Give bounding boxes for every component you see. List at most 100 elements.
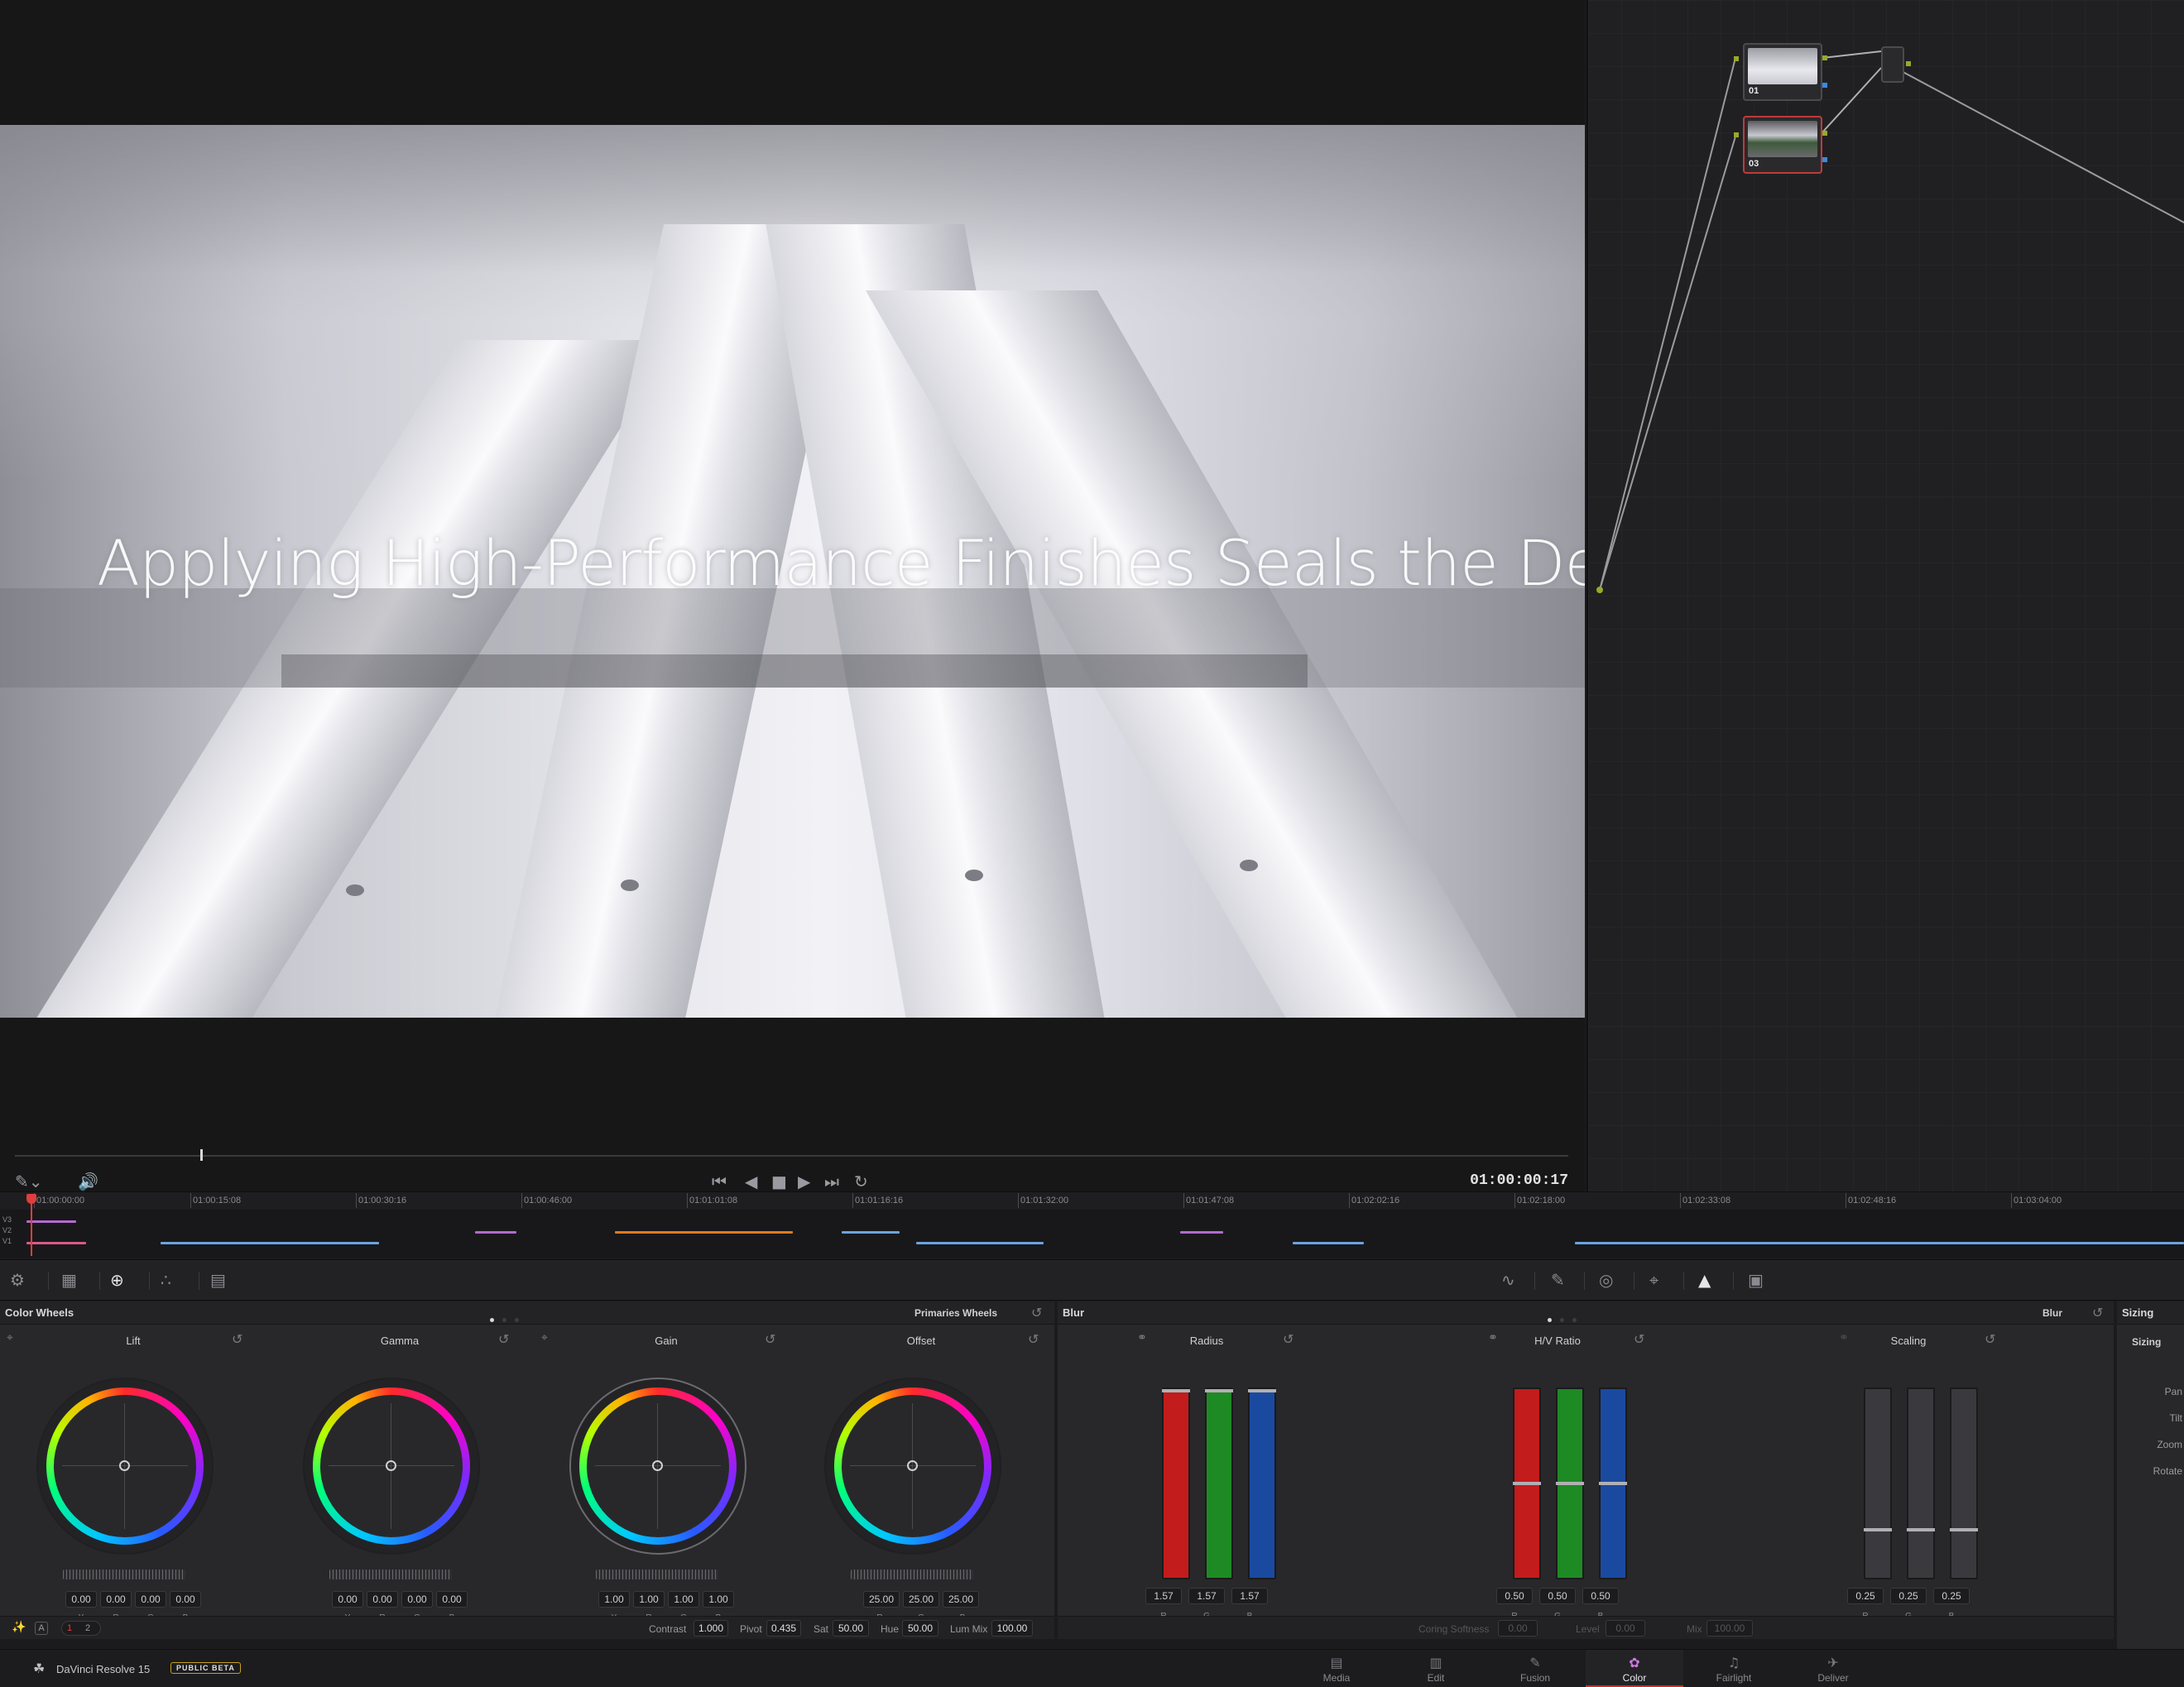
node-03[interactable]: 03 xyxy=(1743,116,1822,174)
master-wheel[interactable] xyxy=(63,1570,185,1579)
viewer-scrubber[interactable] xyxy=(15,1155,1568,1157)
timeline-clip[interactable] xyxy=(1180,1231,1223,1234)
timeline-clip[interactable] xyxy=(1575,1242,2184,1244)
value-field[interactable]: 0.25 xyxy=(1847,1588,1884,1604)
timeline-clip[interactable] xyxy=(842,1231,900,1234)
qualifier-icon[interactable]: ✎ xyxy=(1551,1270,1565,1290)
tracker-icon[interactable]: ⌖ xyxy=(1649,1270,1658,1290)
video-frame[interactable]: Applying High-Performance Finishes Seals… xyxy=(0,125,1585,1018)
blur-mode-dropdown[interactable]: Blur xyxy=(2042,1307,2062,1319)
timeline-clip[interactable] xyxy=(161,1242,379,1244)
hv-green-slider[interactable] xyxy=(1556,1387,1584,1579)
coring-softness-field[interactable]: 0.00 xyxy=(1498,1620,1538,1637)
value-field[interactable]: 0.00 xyxy=(332,1591,363,1608)
timeline-clip[interactable] xyxy=(1293,1242,1364,1244)
sat-field[interactable]: 50.00 xyxy=(833,1620,869,1637)
window-icon[interactable]: ◎ xyxy=(1599,1270,1613,1290)
scrubber-handle[interactable] xyxy=(200,1149,203,1161)
reset-icon[interactable]: ↺ xyxy=(1985,1331,1995,1347)
scaling-blue-slider[interactable] xyxy=(1950,1387,1978,1579)
master-wheel[interactable] xyxy=(596,1570,718,1579)
contrast-field[interactable]: 1.000 xyxy=(694,1620,728,1637)
value-field[interactable]: 1.57 xyxy=(1188,1588,1225,1604)
page-tab-color[interactable]: ✿ Color xyxy=(1586,1650,1683,1687)
wheel-puck[interactable] xyxy=(119,1460,130,1471)
timeline-clip[interactable] xyxy=(475,1231,516,1234)
auto-balance-icon[interactable]: ✨ xyxy=(12,1621,26,1634)
value-field[interactable]: 0.50 xyxy=(1582,1588,1619,1604)
mixer-output-port[interactable] xyxy=(1906,61,1911,66)
value-field[interactable]: 0.00 xyxy=(367,1591,398,1608)
blur-icon[interactable]: ▲ xyxy=(1698,1270,1711,1290)
color-match-icon[interactable]: ▦ xyxy=(61,1270,77,1290)
node-key-port[interactable] xyxy=(1822,83,1827,88)
timeline-clip[interactable] xyxy=(26,1242,86,1244)
timeline-clip[interactable] xyxy=(26,1220,76,1223)
reverse-icon[interactable]: ◀ xyxy=(745,1172,757,1191)
wheel-puck[interactable] xyxy=(652,1460,663,1471)
value-field[interactable]: 0.50 xyxy=(1496,1588,1533,1604)
value-field[interactable]: 1.57 xyxy=(1145,1588,1182,1604)
value-field[interactable]: 0.00 xyxy=(135,1591,166,1608)
value-field[interactable]: 25.00 xyxy=(863,1591,900,1608)
stop-icon[interactable]: ■ xyxy=(771,1172,787,1191)
reset-icon[interactable]: ↺ xyxy=(2092,1305,2103,1320)
node-output-port[interactable] xyxy=(1822,55,1827,60)
skip-to-end-icon[interactable]: ⏭ xyxy=(824,1172,839,1191)
radius-red-slider[interactable] xyxy=(1162,1387,1190,1579)
wheel-puck[interactable] xyxy=(907,1460,918,1471)
page-1[interactable]: 1 xyxy=(67,1623,79,1633)
skip-to-start-icon[interactable]: ⏮ xyxy=(712,1172,727,1191)
value-field[interactable]: 0.00 xyxy=(100,1591,132,1608)
play-icon[interactable]: ▶ xyxy=(798,1172,810,1191)
reset-icon[interactable]: ↺ xyxy=(498,1331,509,1347)
value-field[interactable]: 1.00 xyxy=(668,1591,699,1608)
key-icon[interactable]: ▣ xyxy=(1748,1270,1764,1290)
reset-icon[interactable]: ↺ xyxy=(1031,1305,1042,1320)
reset-icon[interactable]: ↺ xyxy=(765,1331,775,1347)
mix-field[interactable]: 100.00 xyxy=(1706,1620,1753,1637)
scaling-green-slider[interactable] xyxy=(1907,1387,1935,1579)
page-tab-media[interactable]: ▤ Media xyxy=(1288,1650,1385,1687)
reset-icon[interactable]: ↺ xyxy=(1028,1331,1039,1347)
lum-mix-field[interactable]: 100.00 xyxy=(991,1620,1033,1637)
value-field[interactable]: 25.00 xyxy=(943,1591,979,1608)
value-field[interactable]: 1.00 xyxy=(598,1591,630,1608)
picker-icon[interactable]: ✎⌄ xyxy=(15,1172,43,1191)
wheel-puck[interactable] xyxy=(386,1460,396,1471)
level-field[interactable]: 0.00 xyxy=(1606,1620,1645,1637)
value-field[interactable]: 0.25 xyxy=(1890,1588,1927,1604)
radius-green-slider[interactable] xyxy=(1205,1387,1233,1579)
mini-timeline-ruler[interactable]: 01:00:00:00 01:00:15:08 01:00:30:16 01:0… xyxy=(0,1191,2184,1210)
value-field[interactable]: 0.25 xyxy=(1933,1588,1970,1604)
value-field[interactable]: 0.00 xyxy=(401,1591,433,1608)
value-field[interactable]: 0.00 xyxy=(170,1591,201,1608)
value-field[interactable]: 0.00 xyxy=(65,1591,97,1608)
rgb-mixer-icon[interactable]: ∴ xyxy=(161,1270,171,1290)
hv-blue-slider[interactable] xyxy=(1599,1387,1627,1579)
curves-icon[interactable]: ∿ xyxy=(1501,1270,1515,1290)
radius-blue-slider[interactable] xyxy=(1248,1387,1276,1579)
node-key-port[interactable] xyxy=(1822,157,1827,162)
parallel-mixer-node[interactable] xyxy=(1881,46,1904,83)
wheels-mode-dropdown[interactable]: Primaries Wheels xyxy=(914,1307,997,1319)
page-tab-fusion[interactable]: ✎ Fusion xyxy=(1486,1650,1584,1687)
mini-timeline-tracks[interactable]: V3 V2 V1 xyxy=(0,1210,2184,1258)
node-01[interactable]: 01 xyxy=(1743,43,1822,101)
loop-icon[interactable]: ↻ xyxy=(854,1172,868,1191)
node-editor[interactable]: 01 03 xyxy=(1586,0,2184,1191)
value-field[interactable]: 0.00 xyxy=(436,1591,468,1608)
master-wheel[interactable] xyxy=(329,1570,452,1579)
reset-icon[interactable]: ↺ xyxy=(232,1331,242,1347)
hue-field[interactable]: 50.00 xyxy=(902,1620,938,1637)
speaker-icon[interactable]: 🔊 xyxy=(78,1172,98,1191)
timeline-clip[interactable] xyxy=(615,1231,793,1234)
value-field[interactable]: 25.00 xyxy=(903,1591,939,1608)
node-output-port[interactable] xyxy=(1822,131,1827,136)
node-input-port[interactable] xyxy=(1734,56,1739,61)
value-field[interactable]: 1.57 xyxy=(1231,1588,1268,1604)
auto-button[interactable]: A xyxy=(35,1622,48,1635)
page-tab-fairlight[interactable]: ♫ Fairlight xyxy=(1685,1650,1783,1687)
timeline-clip[interactable] xyxy=(916,1242,1044,1244)
value-field[interactable]: 0.50 xyxy=(1539,1588,1576,1604)
